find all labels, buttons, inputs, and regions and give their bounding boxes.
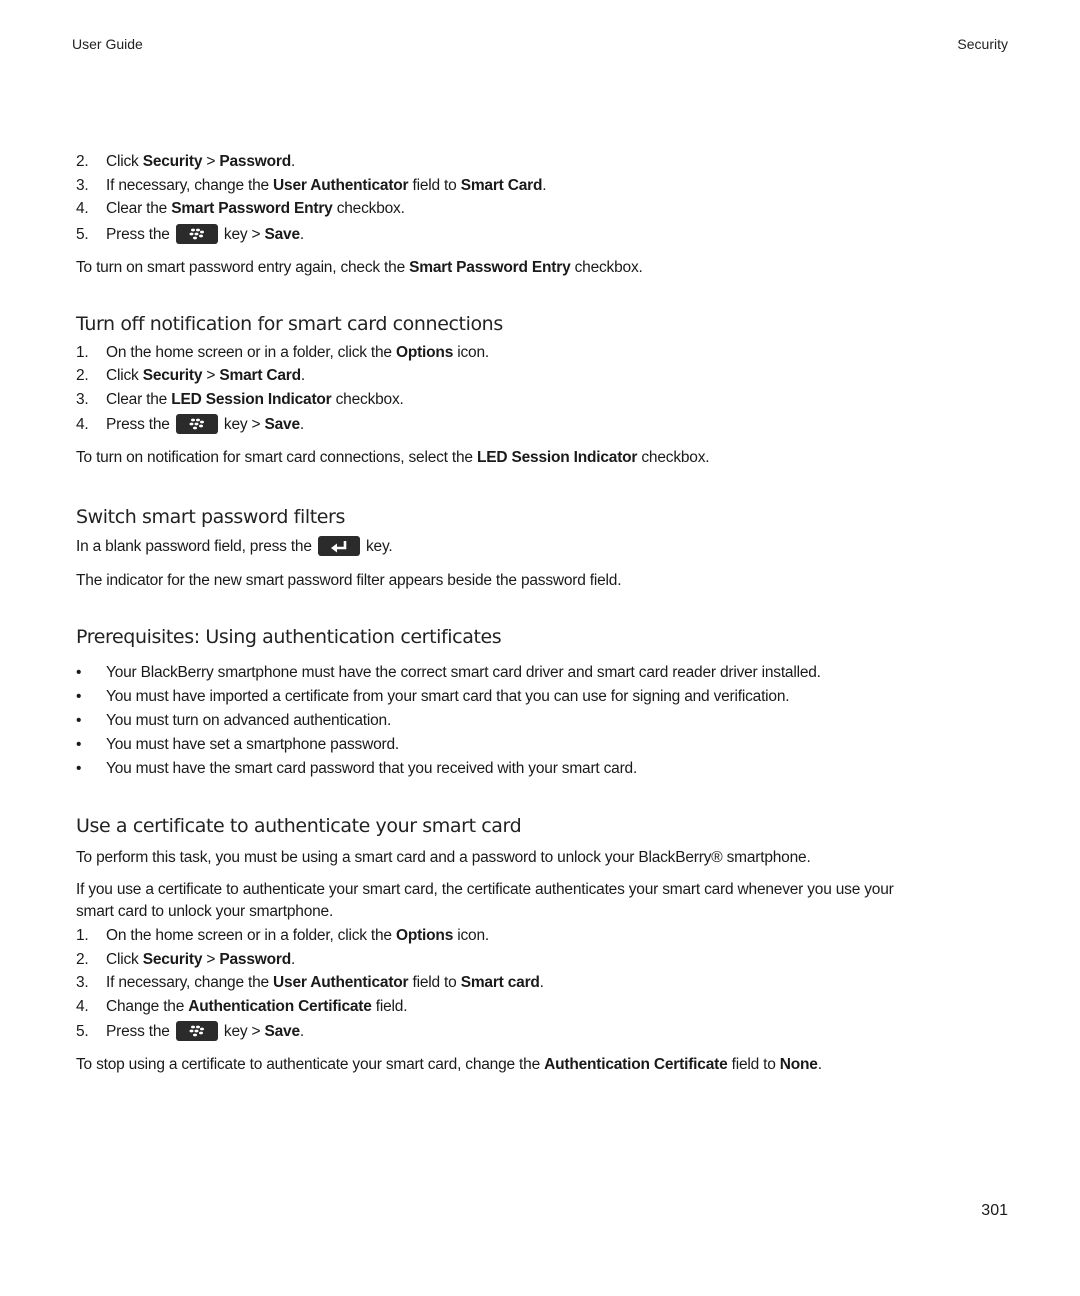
bullet-icon: • bbox=[76, 712, 82, 729]
paragraph: If you use a certificate to authenticate… bbox=[76, 881, 894, 920]
list-item: 3. If necessary, change the User Authent… bbox=[76, 974, 544, 991]
enter-key-icon bbox=[317, 536, 360, 556]
section-heading: Use a certificate to authenticate your s… bbox=[76, 815, 522, 837]
list-item: • You must have the smart card password t… bbox=[76, 757, 1011, 781]
list-item: 3. Clear the LED Session Indicator check… bbox=[76, 390, 404, 408]
list-item: 1. On the home screen or in a folder, cl… bbox=[76, 927, 489, 944]
blackberry-menu-key-icon bbox=[175, 414, 218, 434]
list-item: 2. Click Security > Password. bbox=[76, 950, 296, 968]
bullet-icon: • bbox=[76, 736, 82, 753]
page-content: 2. Click Security > Password. 3. If nece… bbox=[76, 150, 1011, 1076]
section-heading: Switch smart password filters bbox=[76, 506, 345, 528]
list-item: 4. Change the Authentication Certificate… bbox=[76, 997, 408, 1015]
bullet-icon: • bbox=[76, 664, 82, 681]
paragraph: In a blank password field, press the key… bbox=[76, 536, 393, 556]
steps-list: 1. On the home screen or in a folder, cl… bbox=[76, 924, 1011, 1045]
list-item: • You must have imported a certificate fr… bbox=[76, 685, 1011, 709]
list-item: 5. Press the key > Save. bbox=[76, 223, 305, 244]
blackberry-menu-key-icon bbox=[175, 1021, 218, 1041]
page-number: 301 bbox=[981, 1202, 1008, 1219]
section-heading: Prerequisites: Using authentication cert… bbox=[76, 626, 502, 648]
list-item: • You must have set a smartphone password… bbox=[76, 733, 1011, 757]
paragraph: To perform this task, you must be using … bbox=[76, 849, 811, 866]
list-item: 4. Clear the Smart Password Entry checkb… bbox=[76, 200, 405, 217]
list-item: 1. On the home screen or in a folder, cl… bbox=[76, 343, 489, 361]
paragraph: The indicator for the new smart password… bbox=[76, 572, 622, 589]
steps-list-continued: 2. Click Security > Password. 3. If nece… bbox=[76, 150, 1011, 248]
list-item: 2. Click Security > Password. bbox=[76, 153, 296, 170]
blackberry-menu-key-icon bbox=[175, 223, 218, 244]
list-item: • Your BlackBerry smartphone must have th… bbox=[76, 661, 1011, 685]
list-item: 3. If necessary, change the User Authent… bbox=[76, 176, 547, 194]
running-header-left: User Guide bbox=[72, 36, 143, 52]
prerequisites-list: • Your BlackBerry smartphone must have th… bbox=[76, 661, 1011, 781]
bullet-icon: • bbox=[76, 688, 82, 705]
list-item: 5. Press the key > Save. bbox=[76, 1021, 305, 1041]
bullet-icon: • bbox=[76, 760, 82, 777]
note-paragraph: To turn on smart password entry again, c… bbox=[76, 258, 643, 276]
list-item: 4. Press the key > Save. bbox=[76, 414, 305, 434]
note-paragraph: To turn on notification for smart card c… bbox=[76, 449, 710, 466]
list-item: • You must turn on advanced authenticatio… bbox=[76, 709, 1011, 733]
running-header-right: Security bbox=[957, 36, 1008, 52]
note-paragraph: To stop using a certificate to authentic… bbox=[76, 1056, 822, 1073]
section-heading: Turn off notification for smart card con… bbox=[76, 312, 503, 335]
steps-list: 1. On the home screen or in a folder, cl… bbox=[76, 341, 1011, 439]
list-item: 2. Click Security > Smart Card. bbox=[76, 367, 306, 384]
